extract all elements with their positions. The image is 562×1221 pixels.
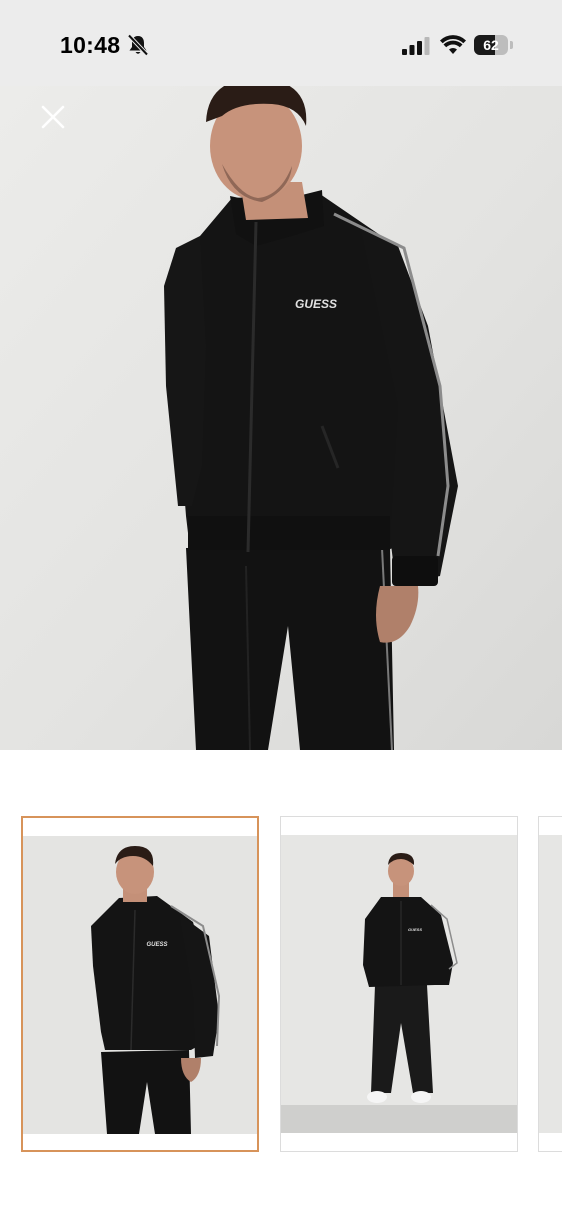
- close-button[interactable]: [36, 100, 70, 134]
- thumbnail-3[interactable]: [538, 816, 562, 1152]
- hero-photo-illustration: GUESS: [0, 86, 562, 750]
- hero-brand-print: GUESS: [295, 297, 337, 311]
- thumbnail-2[interactable]: GUESS: [280, 816, 518, 1152]
- thumbnail-1[interactable]: GUESS: [21, 816, 259, 1152]
- thumbnail-3-image: [539, 835, 562, 1133]
- battery-icon: 62: [474, 35, 514, 55]
- product-hero-image[interactable]: GUESS: [0, 86, 562, 750]
- cellular-signal-icon: [402, 37, 430, 55]
- thumbnail-2-brand-print: GUESS: [408, 927, 422, 932]
- thumbnail-1-image: GUESS: [23, 836, 257, 1134]
- bell-slash-icon: [127, 34, 149, 56]
- status-time: 10:48: [60, 32, 121, 58]
- thumbnail-1-brand-print: GUESS: [146, 942, 167, 948]
- status-bar: 10:48 62: [0, 0, 562, 86]
- thumbnail-2-image: GUESS: [281, 835, 517, 1133]
- close-icon: [41, 105, 65, 129]
- battery-level-text: 62: [483, 37, 499, 53]
- wifi-icon: [440, 35, 466, 54]
- thumbnail-gallery[interactable]: GUESS GUESS: [0, 816, 562, 1154]
